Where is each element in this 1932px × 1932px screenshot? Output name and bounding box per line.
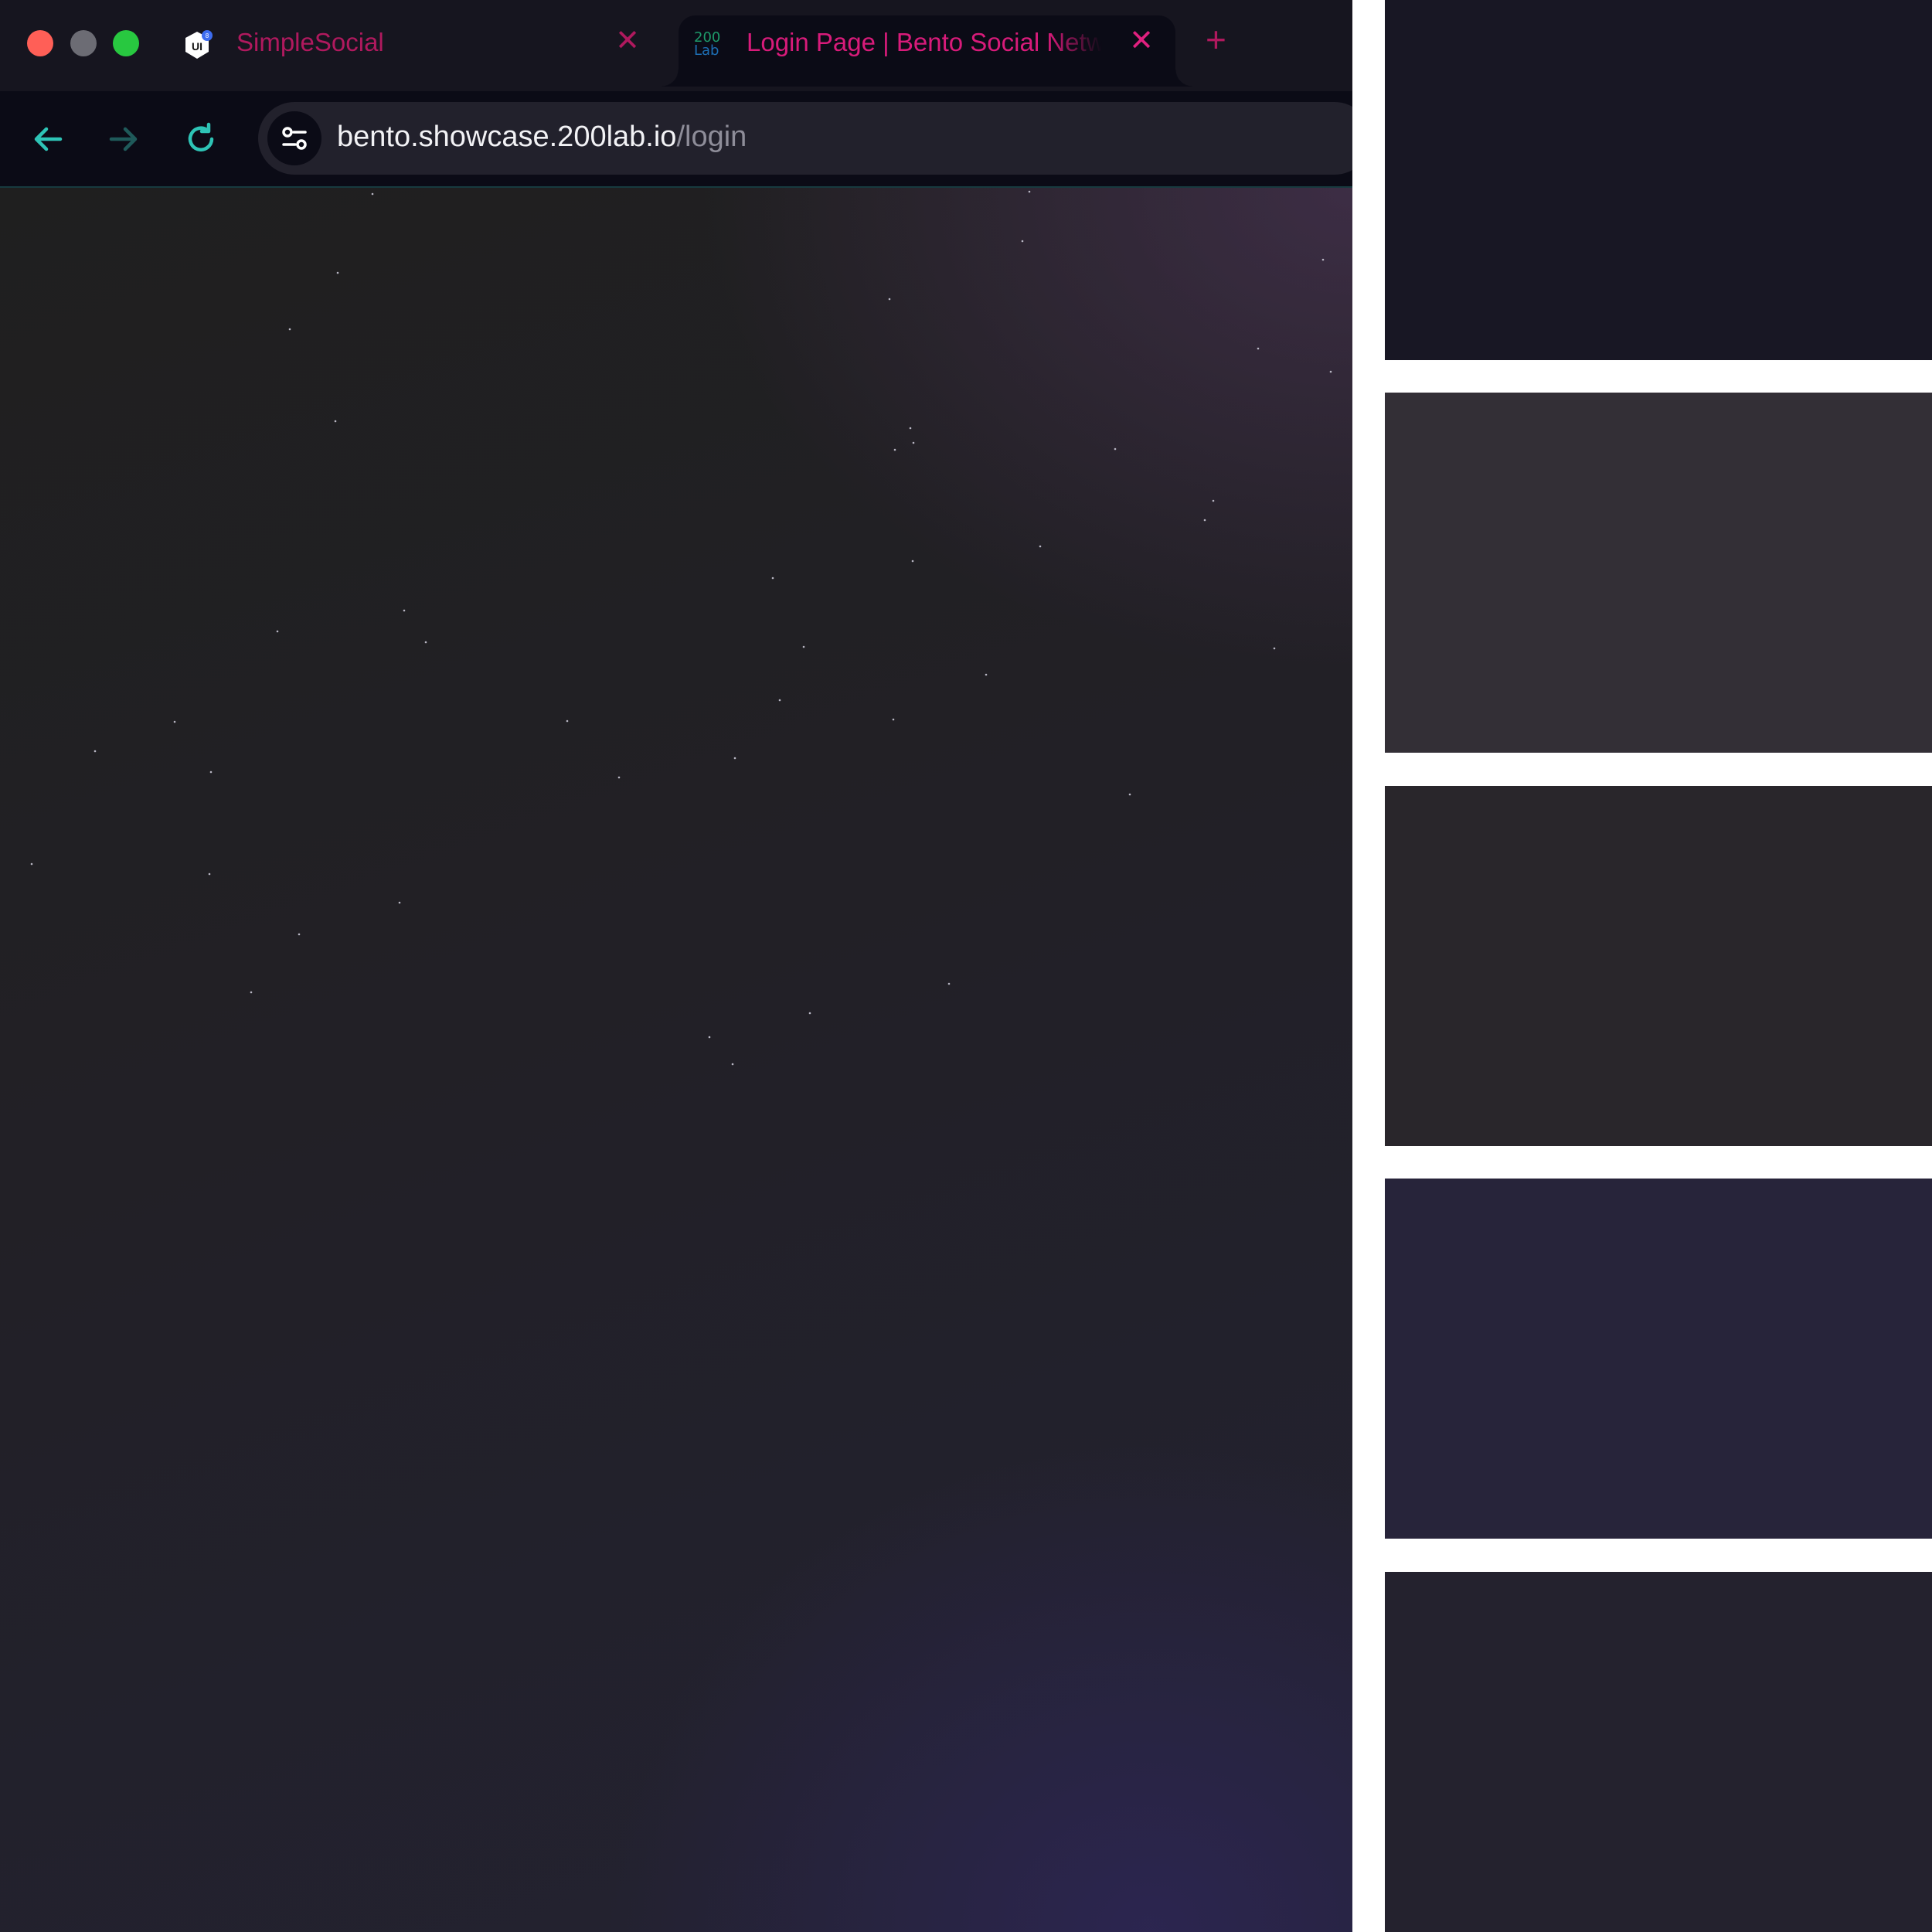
star-dot <box>1257 347 1260 350</box>
browser-window: UI 8 SimpleSocial ✕ 200 Lab Login Page |… <box>0 0 1352 1932</box>
star-dot <box>778 699 781 702</box>
tab-close-icon[interactable]: ✕ <box>615 26 640 56</box>
star-dot <box>424 641 427 644</box>
star-dot <box>334 420 337 423</box>
star-dot <box>893 448 896 451</box>
url-text: bento.showcase.200lab.io/login <box>337 121 747 154</box>
star-dot <box>276 630 279 633</box>
reload-icon[interactable] <box>182 121 219 158</box>
minimize-window-button[interactable] <box>70 30 97 56</box>
star-dot <box>398 901 401 904</box>
swatch-panel-5 <box>1385 1572 1932 1932</box>
star-dot <box>1114 447 1117 451</box>
star-dot <box>208 872 211 876</box>
page-viewport <box>0 188 1352 1932</box>
star-dot <box>1329 370 1332 373</box>
star-dot <box>1028 190 1031 193</box>
svg-text:8: 8 <box>206 32 209 39</box>
star-dot <box>1203 519 1206 522</box>
url-path: /login <box>676 121 747 153</box>
swatch-panel-4 <box>1385 1179 1932 1539</box>
star-dot <box>1039 545 1042 548</box>
toolbar: bento.showcase.200lab.io/login <box>0 91 1352 188</box>
star-dot <box>912 441 915 444</box>
star-dot <box>617 776 621 779</box>
star-dot <box>771 577 774 580</box>
maximize-window-button[interactable] <box>113 30 139 56</box>
forward-arrow-icon[interactable] <box>105 121 142 158</box>
ui8-icon: UI 8 <box>185 30 213 59</box>
tab-close-icon[interactable]: ✕ <box>1129 26 1154 56</box>
svg-text:UI: UI <box>192 40 202 53</box>
star-dot <box>209 770 213 774</box>
address-bar[interactable]: bento.showcase.200lab.io/login <box>258 102 1352 175</box>
star-dot <box>708 1036 711 1039</box>
200lab-icon: 200 Lab <box>694 29 721 59</box>
star-dot <box>1021 240 1024 243</box>
new-tab-button[interactable]: + <box>1206 22 1226 57</box>
star-dot <box>888 298 891 301</box>
star-dot <box>1212 499 1215 502</box>
star-dot <box>336 271 339 274</box>
site-settings-button[interactable] <box>267 111 321 165</box>
tab-login-page[interactable]: 200 Lab Login Page | Bento Social Networ… <box>662 15 1192 87</box>
star-dot <box>733 757 736 760</box>
star-dot <box>250 991 253 994</box>
star-dot <box>985 673 988 676</box>
star-dot <box>371 192 374 196</box>
star-dot <box>30 862 33 866</box>
star-dot <box>911 560 914 563</box>
url-host: bento.showcase.200lab.io <box>337 121 677 153</box>
tab-title: SimpleSocial <box>236 28 384 56</box>
back-arrow-icon[interactable] <box>29 121 66 158</box>
star-dot <box>1321 258 1325 261</box>
star-dot <box>947 982 951 985</box>
star-dot <box>802 645 805 648</box>
star-dot <box>808 1012 811 1015</box>
star-dot <box>403 609 406 612</box>
star-dot <box>288 328 291 331</box>
star-dot <box>94 750 97 753</box>
star-dot <box>298 933 301 936</box>
swatch-panel-2 <box>1385 393 1932 753</box>
star-dot <box>173 720 176 723</box>
star-dot <box>1273 647 1276 650</box>
close-window-button[interactable] <box>27 30 53 56</box>
tune-icon <box>282 127 307 150</box>
star-dot <box>892 718 895 721</box>
swatch-panel-1 <box>1385 0 1932 360</box>
star-dot <box>1128 793 1131 796</box>
star-dot <box>731 1063 734 1066</box>
star-dot <box>909 427 912 430</box>
swatch-panel-3 <box>1385 786 1932 1146</box>
tab-title: Login Page | Bento Social Network <box>747 28 1102 56</box>
star-dot <box>566 719 569 723</box>
tab-bar: UI 8 SimpleSocial ✕ 200 Lab Login Page |… <box>0 0 1352 91</box>
tab-simplesocial[interactable]: UI 8 SimpleSocial ✕ <box>168 15 671 87</box>
starfield-background <box>30 190 1332 1066</box>
